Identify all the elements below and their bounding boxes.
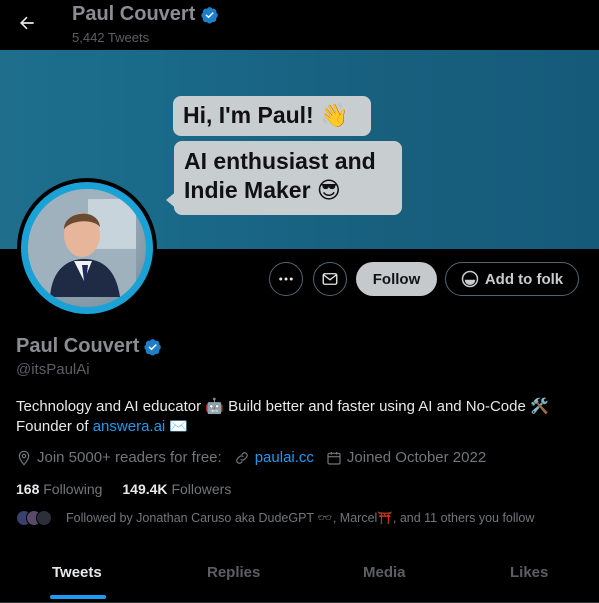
mutual-avatar xyxy=(36,510,52,526)
tab-likes[interactable]: Likes xyxy=(510,564,548,581)
profile-handle: @itsPaulAi xyxy=(16,361,90,378)
location-icon xyxy=(18,450,30,466)
meta-website: paulai.cc xyxy=(234,449,314,466)
meta-joined: Joined October 2022 xyxy=(326,449,486,466)
bio-suffix: ✉️ xyxy=(165,418,189,435)
website-link[interactable]: paulai.cc xyxy=(255,449,314,466)
message-icon xyxy=(322,273,338,285)
bio-line-1: Technology and AI educator 🤖 Build bette… xyxy=(16,398,549,415)
joined-text: Joined October 2022 xyxy=(346,449,487,466)
banner-tagline-line2: Indie Maker 😎 xyxy=(184,177,341,203)
more-button[interactable] xyxy=(269,262,303,296)
bio-link[interactable]: answera.ai xyxy=(93,418,166,435)
banner-bubble-tagline: AI enthusiast and Indie Maker 😎 xyxy=(174,141,402,215)
top-bar: Paul Couvert 5,442 Tweets xyxy=(0,0,599,50)
mutual-avatars xyxy=(16,510,52,526)
bio-line-2: Founder of answera.ai ✉️ xyxy=(16,417,188,435)
location-text: Join 5000+ readers for free: xyxy=(37,449,222,466)
verified-badge-icon xyxy=(144,338,162,356)
tab-tweets[interactable]: Tweets xyxy=(52,564,102,581)
tab-replies[interactable]: Replies xyxy=(207,564,260,581)
more-icon xyxy=(279,277,293,281)
back-arrow-icon[interactable] xyxy=(14,10,40,36)
followed-by-text: Followed by Jonathan Caruso aka DudeGPT … xyxy=(66,510,535,525)
verified-badge-icon xyxy=(201,6,219,24)
header-display-name: Paul Couvert xyxy=(72,3,219,26)
following-stat[interactable]: 168 Following xyxy=(16,481,102,497)
avatar[interactable] xyxy=(17,178,157,318)
follow-button[interactable]: Follow xyxy=(356,262,437,296)
followed-by[interactable]: Followed by Jonathan Caruso aka DudeGPT … xyxy=(16,510,534,526)
message-button[interactable] xyxy=(313,262,347,296)
follow-stats: 168 Following 149.4K Followers xyxy=(16,481,231,497)
bio-founder-prefix: Founder of xyxy=(16,418,93,435)
meta-location: Join 5000+ readers for free: xyxy=(16,449,222,466)
banner-bubble-greeting: Hi, I'm Paul! 👋 xyxy=(173,96,371,136)
calendar-icon xyxy=(327,451,341,465)
folk-icon xyxy=(461,270,479,288)
tweet-count: 5,442 Tweets xyxy=(72,30,150,45)
avatar-portrait xyxy=(28,189,136,297)
tab-media[interactable]: Media xyxy=(363,564,406,581)
profile-meta: Join 5000+ readers for free: paulai.cc J… xyxy=(16,449,498,466)
avatar-ring xyxy=(21,182,153,314)
profile-name: Paul Couvert xyxy=(16,335,162,358)
profile-tabs: Tweets Replies Media Likes xyxy=(0,551,599,603)
active-tab-indicator xyxy=(50,595,106,599)
avatar-photo xyxy=(28,189,146,307)
link-icon xyxy=(235,451,248,464)
add-to-folk-button[interactable]: Add to folk xyxy=(445,262,579,296)
add-to-folk-label: Add to folk xyxy=(484,270,564,288)
banner-tagline-line1: AI enthusiast and xyxy=(184,148,376,174)
followers-stat[interactable]: 149.4K Followers xyxy=(122,481,231,497)
